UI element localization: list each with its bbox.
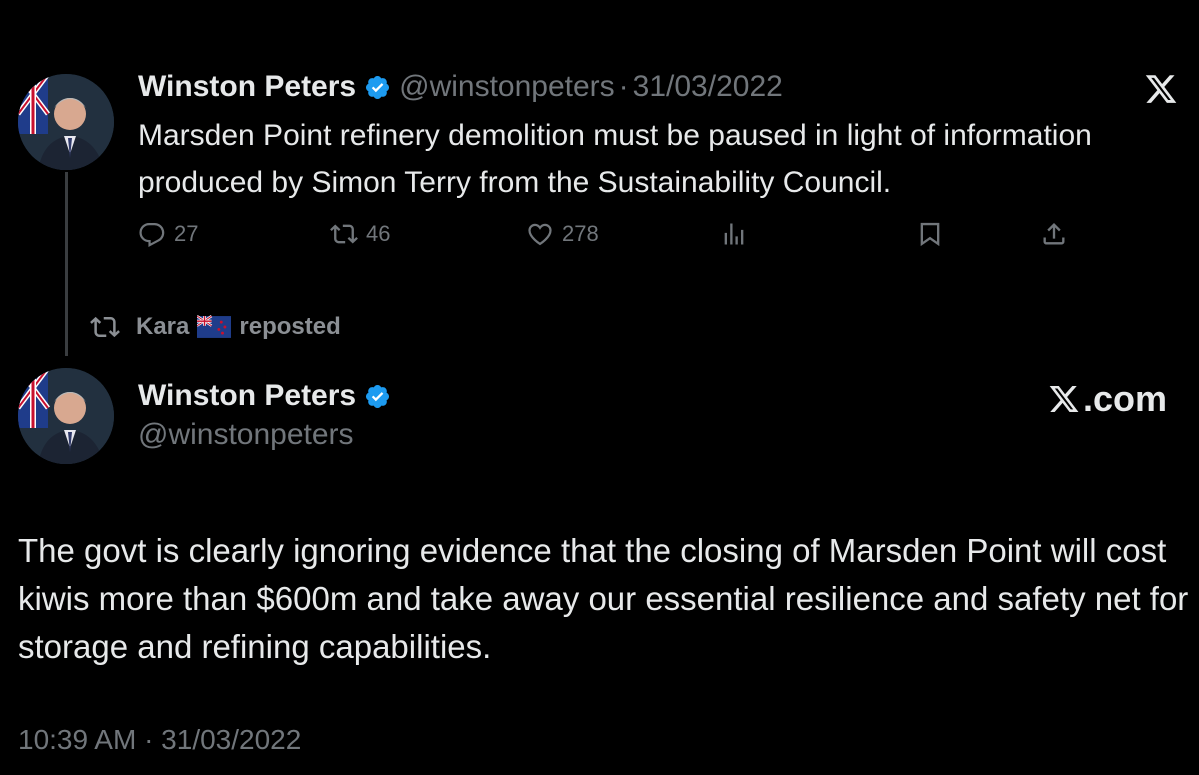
avatar[interactable] — [18, 74, 114, 170]
separator-dot: · — [618, 70, 629, 103]
like-button[interactable]: 278 — [526, 220, 599, 248]
author-name[interactable]: Winston Peters — [138, 68, 356, 106]
bookmark-button[interactable] — [916, 220, 944, 248]
author-handle[interactable]: @winstonpeters — [399, 68, 615, 106]
repost-indicator: Kara reposted — [88, 312, 341, 342]
reply-icon — [138, 220, 166, 248]
repost-icon — [88, 312, 122, 342]
reposter-name[interactable]: Kara — [136, 313, 189, 341]
verified-icon — [364, 74, 391, 101]
tweet-text: The govt is clearly ignoring evidence th… — [18, 532, 1189, 665]
tweet-text: Marsden Point refinery demolition must b… — [138, 119, 1092, 199]
tweet-header: Winston Peters — [138, 377, 399, 415]
views-icon — [720, 220, 748, 248]
like-icon — [526, 220, 554, 248]
author-handle[interactable]: @winstonpeters — [138, 418, 354, 452]
bookmark-icon — [916, 220, 944, 248]
views-button[interactable] — [720, 220, 748, 248]
verified-icon — [364, 383, 391, 410]
screenshot: Winston Peters @winstonpeters · 31/03/20… — [0, 0, 1199, 775]
repost-count: 46 — [366, 221, 391, 246]
like-count: 278 — [562, 221, 599, 246]
tweet-actions: 27 46 278 — [138, 220, 1078, 254]
nz-flag-icon — [197, 315, 232, 338]
tweet-date[interactable]: 31/03/2022 — [633, 68, 783, 106]
avatar[interactable] — [18, 368, 114, 464]
tweet-timestamp[interactable]: 10:39 AM · 31/03/2022 — [18, 724, 301, 756]
share-icon — [1040, 220, 1068, 248]
reply-count: 27 — [174, 221, 199, 246]
reply-button[interactable]: 27 — [138, 220, 198, 248]
x-logo-icon — [1049, 386, 1079, 412]
repost-button[interactable]: 46 — [330, 220, 390, 248]
reposted-label: reposted — [239, 313, 341, 340]
author-name[interactable]: Winston Peters — [138, 377, 356, 415]
brand-suffix: .com — [1082, 378, 1167, 419]
share-button[interactable] — [1040, 220, 1068, 248]
repost-icon — [330, 220, 358, 248]
thread-line — [65, 172, 68, 356]
tweet-header: Winston Peters @winstonpeters · 31/03/20… — [138, 68, 783, 106]
x-com-logo: .com — [1047, 378, 1167, 420]
x-logo-icon — [1143, 72, 1179, 106]
